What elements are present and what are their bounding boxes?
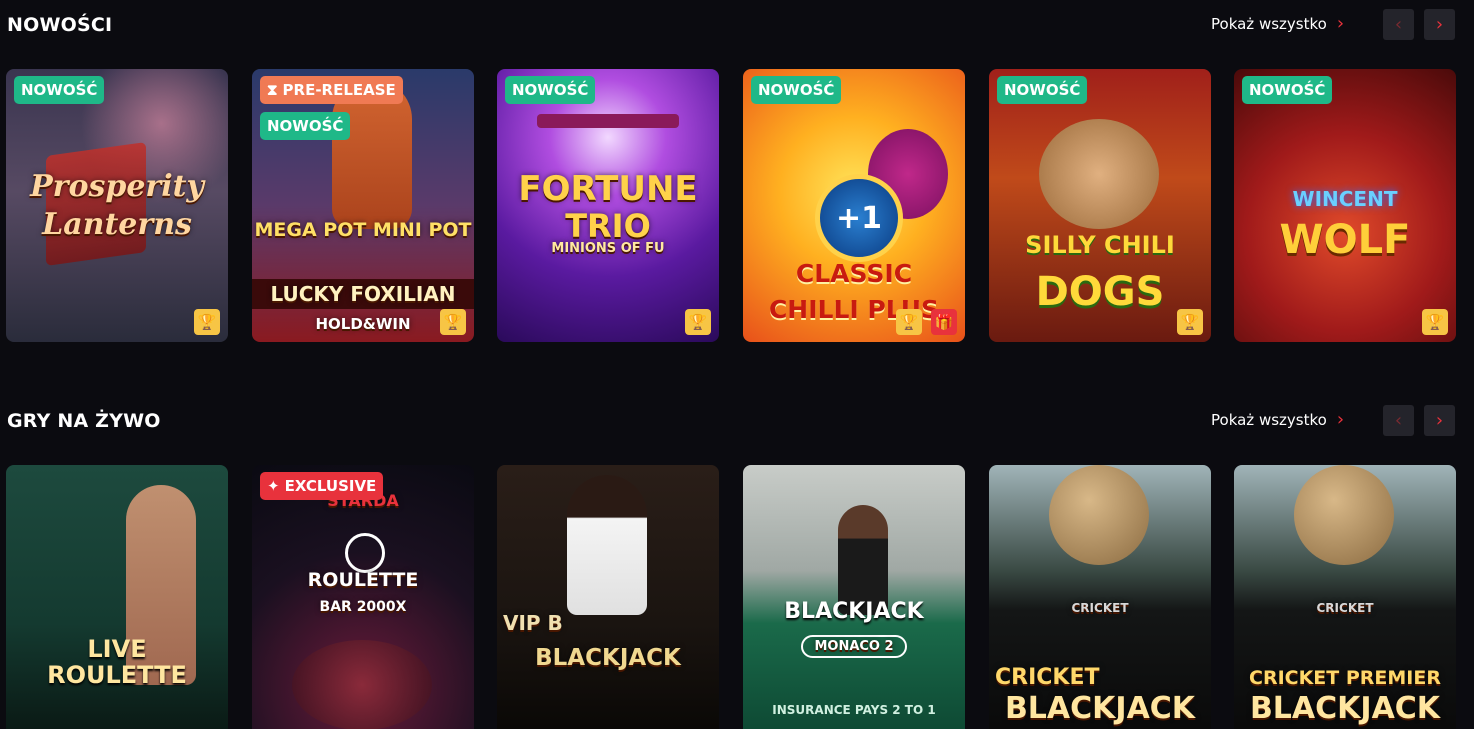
- exclusive-badge: ✦ EXCLUSIVE: [260, 472, 384, 500]
- badge-label: PRE-RELEASE: [282, 81, 396, 99]
- new-badge: NOWOŚĆ: [1242, 76, 1333, 104]
- game-art-title-line: CRICKET PREMIER: [1249, 667, 1441, 689]
- badge-label: EXCLUSIVE: [284, 477, 377, 495]
- game-tile-blackjack-monaco-2[interactable]: BLACKJACK MONACO 2 INSURANCE PAYS 2 TO 1: [743, 465, 965, 729]
- carousel-prev-button-gry-na-zywo[interactable]: ‹: [1383, 405, 1414, 436]
- gift-icon[interactable]: 🎁: [931, 309, 957, 335]
- chevron-left-icon: ‹: [1394, 14, 1403, 35]
- game-tile-cricket-blackjack[interactable]: CRICKET CRICKET BLACKJACK: [989, 465, 1211, 729]
- cricket-ball-shape: [1294, 465, 1394, 565]
- game-tile-vip-b-blackjack[interactable]: VIP B BLACKJACK: [497, 465, 719, 729]
- carousel-next-button-gry-na-zywo[interactable]: ›: [1424, 405, 1455, 436]
- game-tile-live-roulette[interactable]: LIVE ROULETTE: [6, 465, 228, 729]
- game-art-title-line: CRICKET: [1316, 601, 1374, 615]
- game-art-title-line: LUCKY FOXILIAN: [252, 279, 474, 309]
- roulette-wheel-icon: [345, 533, 385, 573]
- game-art-title-line: Lanterns: [42, 207, 192, 242]
- game-art-title-line: INSURANCE PAYS 2 TO 1: [772, 703, 936, 717]
- game-art-title-line: TRIO: [565, 207, 651, 245]
- game-art-title-line: BLACKJACK: [1249, 691, 1441, 726]
- new-badge: NOWOŚĆ: [751, 76, 842, 104]
- sparkle-icon: ✦: [267, 477, 280, 495]
- new-badge: NOWOŚĆ: [997, 76, 1088, 104]
- trophy-icon[interactable]: 🏆: [194, 309, 220, 335]
- new-badge: NOWOŚĆ: [260, 112, 351, 140]
- game-art-title-line: BLACKJACK: [1004, 691, 1196, 726]
- game-tile-cricket-premier-blackjack[interactable]: CRICKET CRICKET PREMIER BLACKJACK: [1234, 465, 1456, 729]
- game-art-title-line: LIVE: [87, 635, 147, 663]
- pre-release-badge: ⧗ PRE-RELEASE: [260, 76, 403, 104]
- game-tile-roulette-bar-2000x[interactable]: STARDA ROULETTE BAR 2000X ✦ EXCLUSIVE: [252, 465, 474, 729]
- game-art-title-line: VIP B: [503, 611, 563, 635]
- roulette-wheel-shape: [292, 640, 432, 729]
- show-all-label: Pokaż wszystko: [1211, 411, 1327, 429]
- game-tile-prosperity-lanterns[interactable]: Prosperity Lanterns NOWOŚĆ 🏆: [6, 69, 228, 342]
- show-all-link-nowosci[interactable]: Pokaż wszystko ›: [1211, 13, 1345, 34]
- trophy-icon[interactable]: 🏆: [1177, 309, 1203, 335]
- game-tile-fortune-trio[interactable]: FORTUNE TRIO MINIONS OF FU NOWOŚĆ 🏆: [497, 69, 719, 342]
- chevron-left-icon: ‹: [1394, 410, 1403, 431]
- game-art-title-line: MINIONS OF FU: [551, 241, 665, 256]
- game-art-title-line: BAR 2000X: [319, 599, 407, 615]
- trophy-icon[interactable]: 🏆: [440, 309, 466, 335]
- trophy-icon[interactable]: 🏆: [1422, 309, 1448, 335]
- chevron-right-icon: ›: [1336, 13, 1345, 34]
- game-art-title-line: BLACKJACK: [784, 599, 924, 624]
- show-all-label: Pokaż wszystko: [1211, 15, 1327, 33]
- game-tile-silly-chili-dogs[interactable]: SILLY CHILI DOGS NOWOŚĆ 🏆: [989, 69, 1211, 342]
- new-badge: NOWOŚĆ: [14, 76, 105, 104]
- new-badge: NOWOŚĆ: [505, 76, 596, 104]
- section-title-nowosci: NOWOŚCI: [7, 14, 113, 36]
- trophy-icon[interactable]: 🏆: [685, 309, 711, 335]
- hourglass-icon: ⧗: [267, 81, 278, 99]
- game-tile-wincent-wolf[interactable]: WINCENT WOLF NOWOŚĆ 🏆: [1234, 69, 1456, 342]
- game-art-title-line: CRICKET: [1071, 601, 1129, 615]
- game-art-title-line: WOLF: [1279, 217, 1411, 263]
- game-art-title-line: FORTUNE: [518, 169, 698, 209]
- cricket-ball-shape: [1049, 465, 1149, 565]
- dealer-shape: [567, 475, 647, 615]
- section-title-gry-na-zywo: GRY NA ŻYWO: [7, 410, 161, 432]
- game-art-title-line: CRICKET: [995, 665, 1100, 690]
- game-tile-classic-chilli-plus[interactable]: +1 CLASSIC CHILLI PLUS NOWOŚĆ 🏆 🎁: [743, 69, 965, 342]
- game-art-title-line: WINCENT: [1292, 187, 1398, 211]
- lantern-shape: [46, 141, 146, 267]
- carousel-prev-button-nowosci[interactable]: ‹: [1383, 9, 1414, 40]
- game-art-title-line: Prosperity: [30, 169, 204, 204]
- game-art-title-line: SILLY CHILI: [1025, 231, 1175, 259]
- trophy-icon[interactable]: 🏆: [896, 309, 922, 335]
- game-art-title-line: ROULETTE: [47, 661, 187, 689]
- game-art-title-line: CLASSIC: [795, 259, 913, 288]
- chevron-right-icon: ›: [1435, 410, 1444, 431]
- game-art-title-line: MONACO 2: [801, 635, 907, 658]
- plus-one-coin: +1: [815, 174, 903, 262]
- game-art-title-line: DOGS: [1035, 269, 1165, 315]
- torii-gate-shape: [537, 114, 679, 128]
- game-art-title-line: ROULETTE: [307, 569, 419, 591]
- carousel-next-button-nowosci[interactable]: ›: [1424, 9, 1455, 40]
- chevron-right-icon: ›: [1336, 409, 1345, 430]
- show-all-link-gry-na-zywo[interactable]: Pokaż wszystko ›: [1211, 409, 1345, 430]
- chevron-right-icon: ›: [1435, 14, 1444, 35]
- game-tile-lucky-foxilian[interactable]: MEGA POT MINI POT LUCKY FOXILIAN HOLD&WI…: [252, 69, 474, 342]
- dog-shape: [1039, 119, 1159, 229]
- game-art-title-line: MEGA POT MINI POT: [254, 219, 472, 241]
- game-art-title-line: BLACKJACK: [535, 645, 681, 671]
